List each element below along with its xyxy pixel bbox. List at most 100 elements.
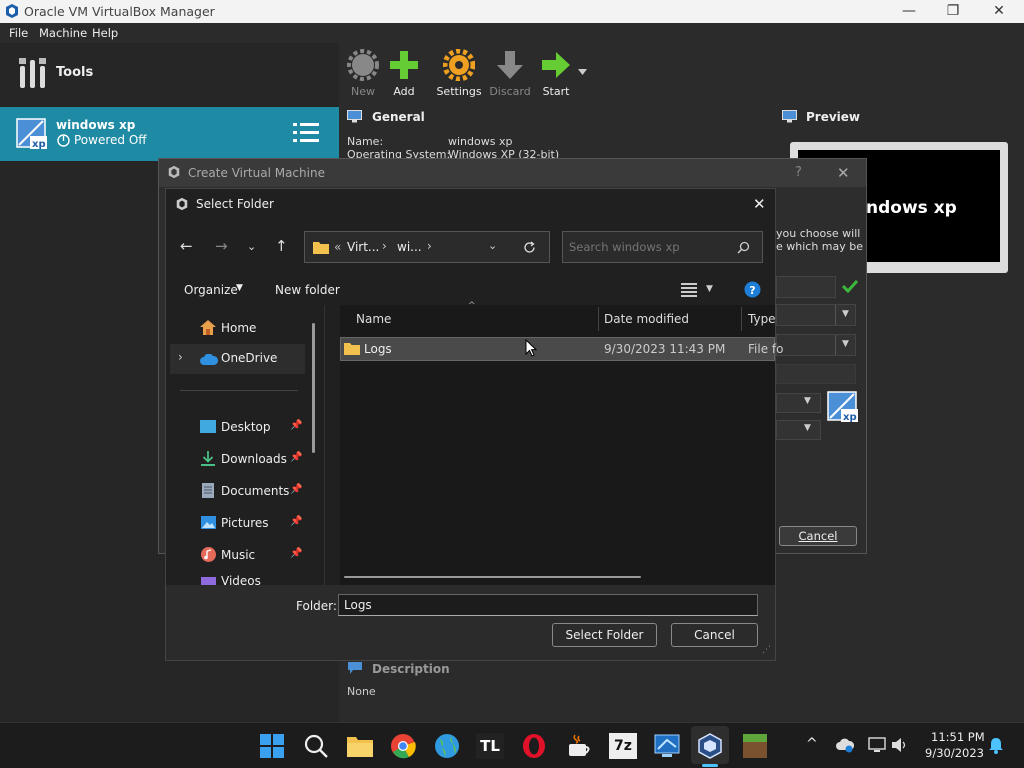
start-windows-icon[interactable] [258,733,286,759]
file-list: ^ Name Date modified Type Logs 9/30/2023… [340,301,783,585]
address-bar[interactable]: « Virt... › wi... › ⌄ [304,231,550,263]
breadcrumb-overflow[interactable]: « [334,240,341,254]
search-icon[interactable] [302,733,330,759]
refresh-icon[interactable] [523,241,536,254]
expand-chevron-icon[interactable]: › [178,350,183,364]
nav-videos[interactable]: Videos [166,575,324,585]
sort-ascending-icon: ^ [468,301,476,311]
menu-bar: File Machine Help [0,23,1024,43]
7zip-icon[interactable]: 7z [609,733,637,759]
nav-onedrive-row[interactable]: › OneDrive [170,344,305,374]
minecraft-icon[interactable] [741,733,769,759]
menu-machine[interactable]: Machine [39,26,87,40]
help-icon[interactable]: ? [744,281,761,298]
create-vm-titlebar: Create Virtual Machine ? ✕ [159,159,866,187]
select-folder-titlebar: Select Folder ✕ [166,189,775,219]
onedrive-cloud-icon [200,354,218,365]
tools-item[interactable]: Tools [0,43,339,105]
nav-scrollbar[interactable] [312,323,315,453]
os-version-combo[interactable]: ▼ [776,420,821,440]
recent-locations-chevron-icon[interactable]: ⌄ [247,240,256,253]
column-type[interactable]: Type [748,312,776,326]
column-name[interactable]: Name [356,312,391,326]
network-icon[interactable] [868,737,886,753]
video-icon [201,577,216,585]
clock-time[interactable]: 11:51 PM [931,730,985,744]
back-arrow-icon[interactable]: ← [180,237,193,255]
new-gear-icon [347,49,379,81]
nav-pictures[interactable]: Pictures 📌 [166,512,324,536]
nav-music[interactable]: Music 📌 [166,544,324,568]
tools-icon [19,58,46,88]
tl-launcher-icon[interactable]: TL [476,733,504,759]
earth-globe-icon[interactable] [433,733,461,759]
onedrive-status-icon[interactable] [836,738,854,753]
dialog-footer: Folder: Select Folder Cancel ⋰ [166,585,775,660]
column-date-modified[interactable]: Date modified [604,312,689,326]
address-history-chevron-icon[interactable]: ⌄ [488,239,497,252]
description-speech-icon [348,662,362,674]
chevron-down-icon[interactable]: ▼ [835,305,855,325]
search-box[interactable] [562,231,763,263]
folder-field[interactable] [338,594,758,616]
nav-documents[interactable]: Documents 📌 [166,480,324,504]
create-vm-cancel-button[interactable]: Cancel [779,526,857,546]
start-dropdown-icon[interactable] [578,69,587,75]
vm-list-item[interactable]: xp windows xp Powered Off [0,107,339,161]
description-value: None [347,685,376,698]
vm-menu-icon[interactable] [293,121,319,145]
virtualbox-taskbar-icon[interactable] [696,733,724,759]
vm-name-field[interactable] [776,276,836,298]
close-icon[interactable]: ✕ [753,195,766,213]
breadcrumb-wi[interactable]: wi... [397,240,422,254]
select-folder-button[interactable]: Select Folder [552,623,657,647]
remote-desktop-icon[interactable] [653,733,681,759]
windows-xp-os-icon: xp [827,391,858,423]
create-vm-text-line-1: you choose will [776,227,861,240]
new-folder-button[interactable]: New folder [275,283,340,297]
organize-button[interactable]: Organize [184,283,238,297]
nav-downloads[interactable]: Downloads 📌 [166,448,324,472]
view-options-chevron-icon[interactable]: ▼ [706,284,713,294]
volume-icon[interactable] [891,737,909,753]
chevron-down-icon[interactable]: ▼ [835,335,855,355]
nav-home[interactable]: Home [221,321,256,335]
navigation-pane: Home › OneDrive Desktop 📌 Downloads 📌 Do… [166,305,324,585]
minimize-button[interactable]: — [886,0,932,23]
column-divider[interactable] [741,307,742,331]
breadcrumb-virt[interactable]: Virt... [347,240,379,254]
resize-grip-icon[interactable]: ⋰ [762,645,771,655]
show-hidden-icons-chevron-icon[interactable]: ^ [806,736,818,752]
cancel-button[interactable]: Cancel [671,623,758,647]
up-arrow-icon[interactable]: ↑ [275,237,288,255]
pin-icon: 📌 [290,420,303,431]
column-divider[interactable] [598,307,599,331]
horizontal-scrollbar[interactable] [344,576,641,578]
create-vm-help-button[interactable]: ? [795,165,802,180]
folder-icon [344,343,360,355]
search-input[interactable] [569,238,734,256]
opera-icon[interactable] [520,733,548,759]
organize-chevron-icon[interactable]: ▼ [236,283,243,293]
description-title: Description [372,662,450,676]
chrome-icon[interactable] [389,733,417,759]
java-icon[interactable] [564,733,592,759]
menu-help[interactable]: Help [92,26,118,40]
picture-icon [201,516,216,529]
os-type-combo[interactable]: ▼ [776,393,821,413]
vm-name: windows xp [56,118,136,132]
vm-folder-combo[interactable]: ▼ [776,304,856,326]
maximize-button[interactable]: ❐ [930,0,976,23]
forward-arrow-icon[interactable]: → [215,237,228,255]
notification-bell-icon[interactable] [988,737,1004,754]
close-button[interactable]: ✕ [976,0,1022,23]
clock-date[interactable]: 9/30/2023 [925,746,984,760]
file-explorer-icon[interactable] [346,733,374,759]
menu-file[interactable]: File [9,26,28,40]
iso-image-combo[interactable]: ▼ [776,334,856,356]
nav-desktop[interactable]: Desktop 📌 [166,416,324,440]
power-off-icon [57,134,70,147]
view-details-icon[interactable] [681,283,697,297]
table-row[interactable]: Logs 9/30/2023 11:43 PM File fo [340,337,783,361]
create-vm-close-icon[interactable]: ✕ [837,164,850,182]
